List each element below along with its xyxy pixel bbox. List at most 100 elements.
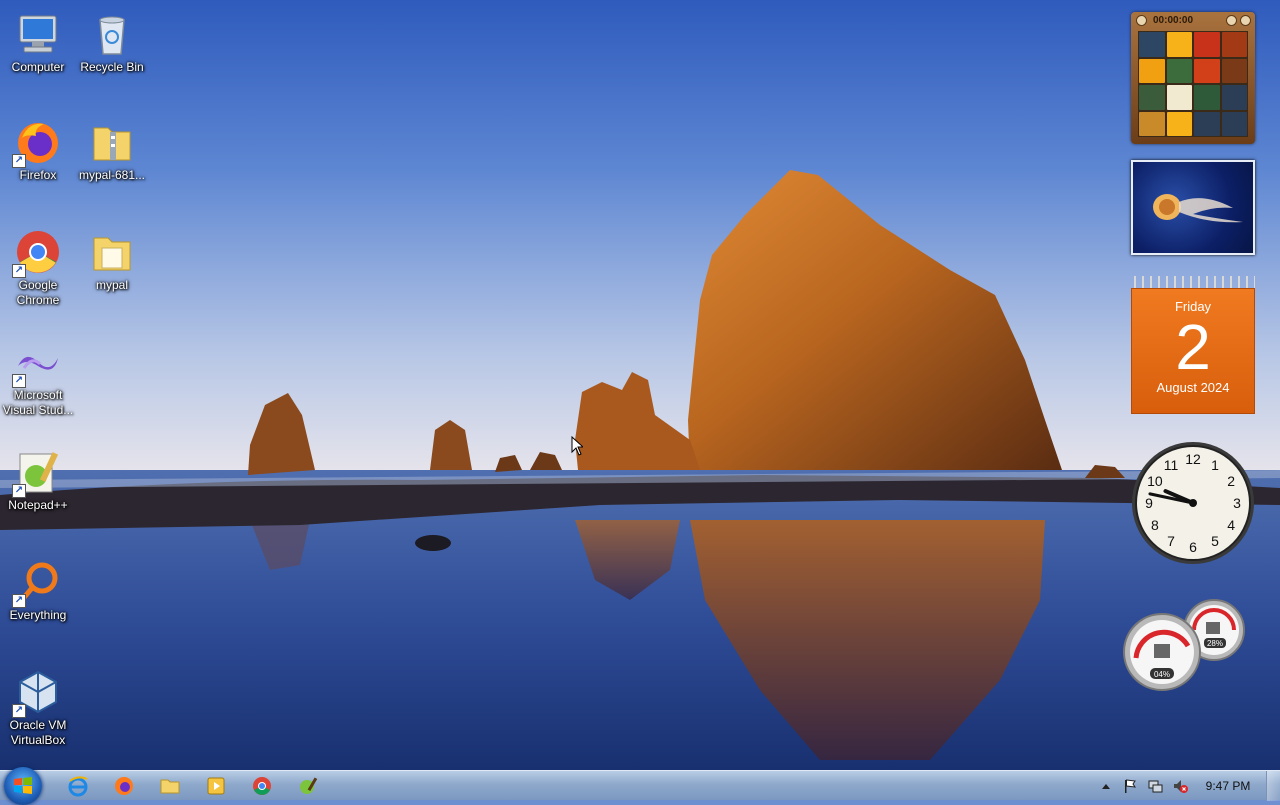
desktop-icon-label: Firefox bbox=[19, 168, 57, 182]
picture-puzzle-gadget[interactable]: 00:00:00 bbox=[1131, 12, 1255, 144]
puzzle-tile[interactable] bbox=[1139, 85, 1165, 110]
start-button[interactable] bbox=[4, 767, 42, 805]
chrome-icon bbox=[253, 777, 271, 795]
desktop-wallpaper bbox=[0, 0, 1280, 770]
cpu-meter-gadget[interactable]: 28% 04% bbox=[1118, 598, 1246, 694]
taskbar-firefox[interactable] bbox=[104, 772, 144, 800]
desktop-icon-notepad-plus-plus[interactable]: ↗ Notepad++ bbox=[0, 442, 76, 542]
virtualbox-icon: ↗ bbox=[12, 668, 62, 718]
desktop-icon-visual-studio[interactable]: ↗ Microsoft Visual Stud... bbox=[0, 332, 76, 432]
shortcut-arrow-icon: ↗ bbox=[12, 374, 26, 388]
everything-search-icon: ↗ bbox=[12, 558, 62, 608]
file-explorer-icon bbox=[160, 779, 180, 794]
desktop-icon-mypal-folder[interactable]: mypal bbox=[74, 222, 150, 322]
clock-numeral: 7 bbox=[1167, 533, 1175, 549]
slideshow-gadget[interactable] bbox=[1131, 160, 1255, 255]
taskbar-internet-explorer[interactable] bbox=[58, 772, 98, 800]
puzzle-tile[interactable] bbox=[1221, 85, 1247, 110]
clock-gadget[interactable]: 1 2 3 4 5 6 7 8 9 10 11 12 bbox=[1130, 440, 1256, 566]
puzzle-tile[interactable] bbox=[1221, 32, 1247, 57]
puzzle-menu-icon[interactable] bbox=[1136, 15, 1147, 26]
taskbar-media-player[interactable] bbox=[196, 772, 236, 800]
puzzle-tile[interactable] bbox=[1194, 32, 1220, 57]
clock-numeral: 6 bbox=[1189, 539, 1197, 555]
clock-numeral: 12 bbox=[1185, 451, 1201, 467]
clock-numeral: 3 bbox=[1233, 495, 1241, 511]
puzzle-tile[interactable] bbox=[1166, 111, 1192, 136]
memory-chip-icon bbox=[1206, 622, 1220, 634]
puzzle-tile[interactable] bbox=[1166, 85, 1192, 110]
clock-numeral: 2 bbox=[1227, 473, 1235, 489]
puzzle-grid[interactable] bbox=[1138, 31, 1248, 137]
recycle-bin-icon bbox=[88, 10, 136, 58]
puzzle-tile[interactable] bbox=[1194, 58, 1220, 83]
puzzle-tile[interactable] bbox=[1221, 58, 1247, 83]
puzzle-tile[interactable] bbox=[1139, 58, 1165, 83]
shortcut-arrow-icon: ↗ bbox=[12, 594, 26, 608]
notepad-plus-plus-icon bbox=[300, 777, 318, 794]
calendar-gadget[interactable]: Friday 2 August 2024 bbox=[1131, 276, 1255, 414]
volume-muted-icon bbox=[1174, 780, 1188, 793]
puzzle-timer: 00:00:00 bbox=[1153, 15, 1194, 26]
puzzle-tile[interactable] bbox=[1139, 32, 1165, 57]
puzzle-tile[interactable] bbox=[1166, 32, 1192, 57]
desktop-icon-computer[interactable]: Computer bbox=[0, 4, 76, 104]
desktop-icon-label: Computer bbox=[11, 60, 65, 74]
clock-numeral: 8 bbox=[1151, 517, 1159, 533]
desktop-icon-label: Google Chrome bbox=[16, 278, 60, 307]
clock-numeral: 10 bbox=[1147, 473, 1163, 489]
taskbar-clock[interactable]: 9:47 PM bbox=[1196, 771, 1260, 801]
taskbar-file-explorer[interactable] bbox=[150, 772, 190, 800]
memory-usage-value: 28% bbox=[1207, 639, 1223, 648]
shortcut-arrow-icon: ↗ bbox=[12, 484, 26, 498]
puzzle-tile[interactable] bbox=[1166, 58, 1192, 83]
shortcut-arrow-icon: ↗ bbox=[12, 154, 26, 168]
clock-numeral: 5 bbox=[1211, 533, 1219, 549]
taskbar: 9:47 PM bbox=[0, 767, 1280, 805]
show-desktop-button[interactable] bbox=[1266, 771, 1280, 801]
desktop-icon-everything[interactable]: ↗ Everything bbox=[0, 552, 76, 652]
desktop-icon-label: Recycle Bin bbox=[80, 60, 144, 74]
desktop-icon-label: mypal bbox=[95, 278, 128, 292]
desktop-icon-firefox[interactable]: ↗ Firefox bbox=[0, 112, 76, 212]
media-player-icon bbox=[207, 777, 225, 795]
jellyfish-photo bbox=[1153, 194, 1243, 223]
desktop-icon-google-chrome[interactable]: ↗ Google Chrome bbox=[0, 222, 76, 322]
volume-button[interactable] bbox=[1170, 776, 1190, 796]
show-hidden-icons-button[interactable] bbox=[1096, 776, 1116, 796]
cpu-chip-icon bbox=[1154, 644, 1170, 658]
puzzle-tile[interactable] bbox=[1221, 111, 1247, 136]
puzzle-tile[interactable] bbox=[1139, 111, 1165, 136]
folder-icon bbox=[88, 228, 136, 276]
shortcut-arrow-icon: ↗ bbox=[12, 264, 26, 278]
desktop-icon-recycle-bin[interactable]: Recycle Bin bbox=[74, 4, 150, 104]
desktop-icon-label: Notepad++ bbox=[8, 498, 68, 512]
taskbar-notepad-plus-plus[interactable] bbox=[288, 772, 328, 800]
windows-logo-icon bbox=[14, 777, 32, 794]
calendar-month-year: August 2024 bbox=[1156, 380, 1230, 395]
puzzle-tile[interactable] bbox=[1194, 111, 1220, 136]
clock-numeral: 4 bbox=[1227, 517, 1235, 533]
puzzle-help-icon[interactable] bbox=[1226, 15, 1237, 26]
desktop-icon-mypal-zip[interactable]: mypal-681... bbox=[74, 112, 150, 212]
network-button[interactable] bbox=[1145, 776, 1165, 796]
firefox-icon bbox=[115, 777, 133, 795]
clock-numeral: 11 bbox=[1164, 457, 1179, 473]
cpu-usage-value: 04% bbox=[1154, 670, 1170, 679]
desktop-icon-label: Microsoft Visual Stud... bbox=[2, 388, 74, 417]
action-center-flag-icon bbox=[1125, 779, 1137, 793]
taskbar-chrome[interactable] bbox=[242, 772, 282, 800]
shortcut-arrow-icon: ↗ bbox=[12, 704, 26, 718]
puzzle-solve-icon[interactable] bbox=[1240, 15, 1251, 26]
calendar-rings bbox=[1131, 276, 1255, 288]
network-icon bbox=[1148, 780, 1163, 793]
chevron-up-icon bbox=[1102, 784, 1110, 789]
action-center-button[interactable] bbox=[1120, 776, 1140, 796]
puzzle-tile[interactable] bbox=[1194, 85, 1220, 110]
internet-explorer-icon bbox=[68, 776, 88, 797]
calendar-day: 2 bbox=[1175, 311, 1211, 383]
firefox-icon: ↗ bbox=[12, 118, 62, 168]
desktop-icon-virtualbox[interactable]: ↗ Oracle VM VirtualBox bbox=[0, 662, 76, 762]
clock-numeral: 1 bbox=[1211, 457, 1219, 473]
zip-folder-icon bbox=[88, 118, 136, 166]
